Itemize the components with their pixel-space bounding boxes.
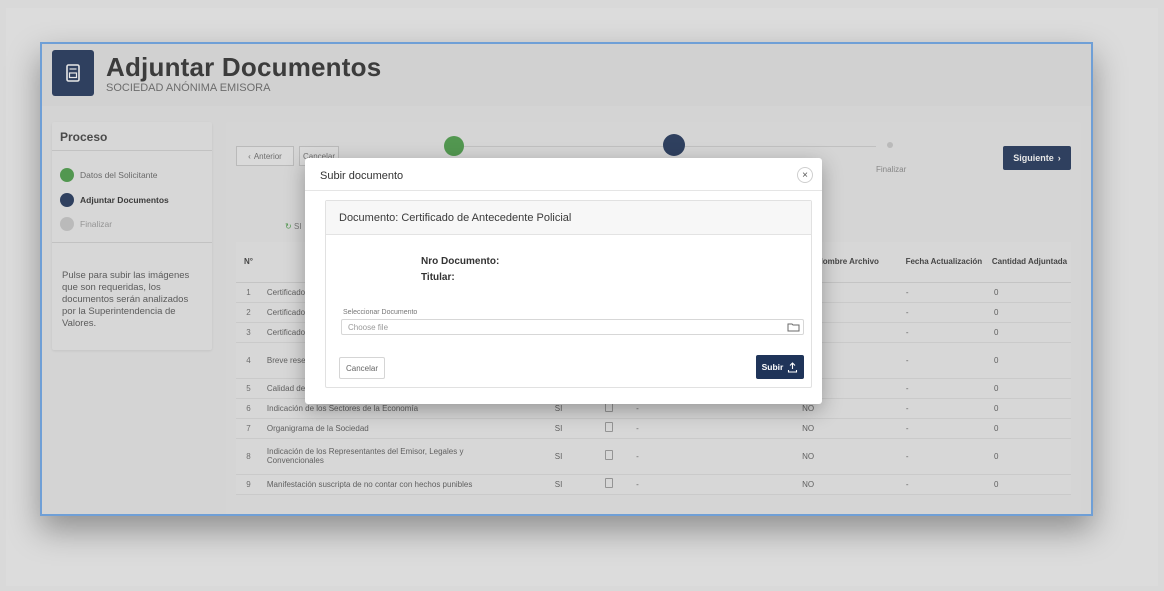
document-card: Documento: Certificado de Antecedente Po… (325, 200, 812, 388)
select-document-label: Seleccionar Documento (343, 309, 418, 316)
subir-label: Subir (761, 362, 784, 372)
titular-label: Titular: (421, 272, 455, 283)
divider (305, 190, 822, 191)
close-icon[interactable]: × (797, 167, 813, 183)
nro-documento-label: Nro Documento: (421, 256, 500, 267)
modal-title: Subir documento (320, 170, 404, 182)
upload-icon (788, 361, 798, 373)
upload-document-modal: Subir documento × Documento: Certificado… (305, 158, 822, 404)
subir-button[interactable]: Subir (756, 355, 804, 379)
folder-glyph (787, 323, 799, 332)
modal-cancel-button[interactable]: Cancelar (339, 357, 385, 379)
folder-icon[interactable] (785, 321, 801, 333)
file-input-placeholder: Choose file (348, 322, 389, 332)
file-input[interactable]: Choose file (341, 319, 804, 335)
document-title: Documento: Certificado de Antecedente Po… (339, 212, 572, 224)
document-card-header: Documento: Certificado de Antecedente Po… (326, 201, 811, 235)
